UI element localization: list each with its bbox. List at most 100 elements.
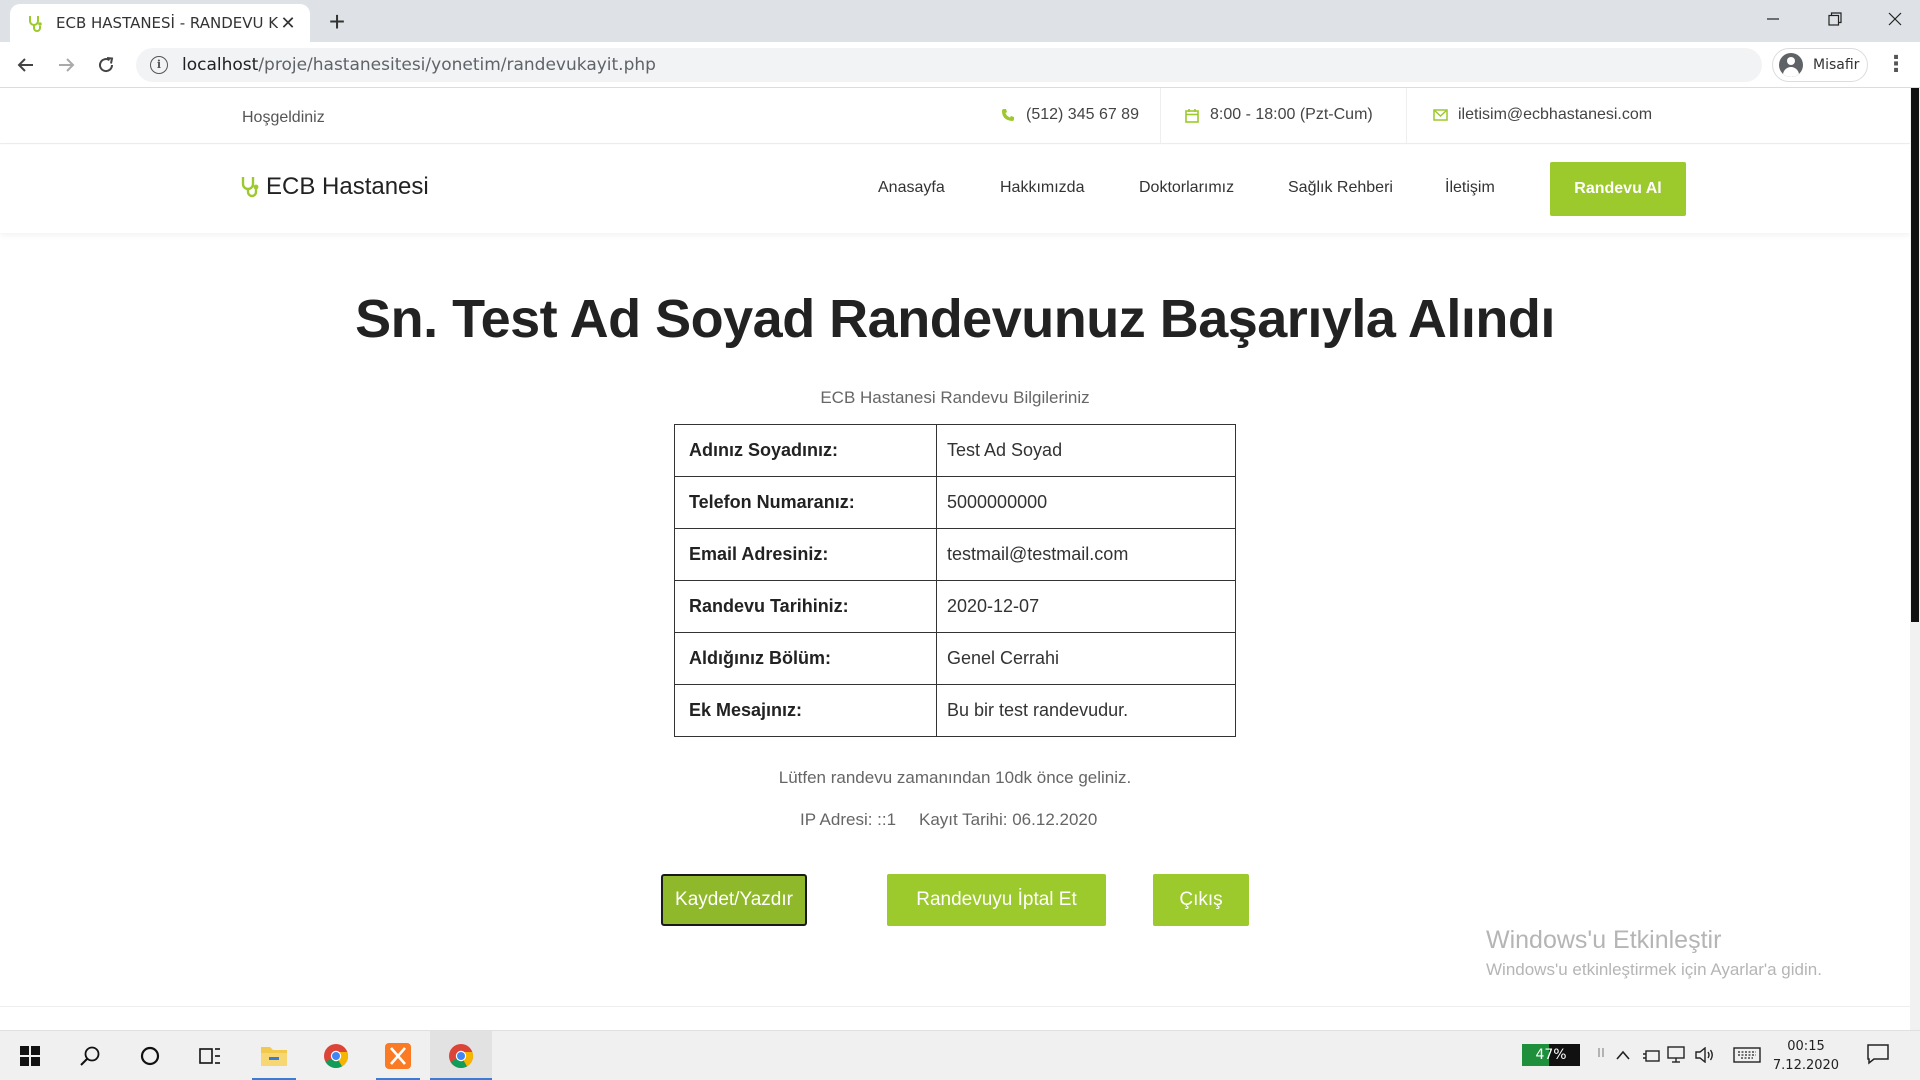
activation-watermark-title: Windows'u Etkinleştir [1486, 926, 1722, 954]
row-value: 5000000000 [936, 476, 1236, 529]
address-bar[interactable]: i localhost/proje/hastanesitesi/yonetim/… [136, 48, 1762, 82]
arrival-note: Lütfen randevu zamanından 10dk önce geli… [778, 768, 1132, 787]
record-date: Kayıt Tarihi: 06.12.2020 [919, 810, 1098, 829]
forward-button[interactable] [50, 49, 82, 81]
table-row: Ek Mesajınız: Bu bir test randevudur. [674, 684, 1236, 737]
chevron-up-icon[interactable] [1612, 1044, 1634, 1066]
email-address[interactable]: iletisim@ecbhastanesi.com [1458, 106, 1652, 124]
close-window-button[interactable] [1864, 0, 1920, 38]
scrollbar-thumb[interactable] [1911, 88, 1919, 622]
row-value: 2020-12-07 [936, 580, 1236, 633]
site-info-icon[interactable]: i [150, 56, 168, 74]
phone-icon [1000, 107, 1016, 123]
table-row: Aldığınız Bölüm: Genel Cerrahi [674, 632, 1236, 685]
book-appointment-button[interactable]: Randevu Al [1550, 162, 1686, 216]
tab-close-icon[interactable]: ✕ [278, 13, 298, 33]
notifications-button[interactable] [1866, 1043, 1892, 1067]
chrome-button[interactable] [310, 1031, 362, 1080]
save-print-button[interactable]: Kaydet/Yazdır [661, 874, 807, 926]
web-page: Hoşgeldiniz (512) 345 67 89 8:00 - 18:00… [0, 88, 1910, 1030]
minimize-button[interactable] [1742, 0, 1804, 38]
xampp-button[interactable] [372, 1031, 424, 1080]
cortana-circle-icon [140, 1046, 160, 1066]
cortana-button[interactable] [124, 1031, 176, 1080]
row-value: Genel Cerrahi [936, 632, 1236, 685]
page-subtitle: ECB Hastanesi Randevu Bilgileriniz [820, 388, 1090, 407]
nav-link-health-guide[interactable]: Sağlık Rehberi [1288, 179, 1393, 197]
working-hours: 8:00 - 18:00 (Pzt-Cum) [1210, 106, 1373, 123]
arrow-left-icon [17, 58, 33, 72]
task-view-button[interactable] [184, 1031, 236, 1080]
profile-button[interactable]: Misafir [1772, 48, 1868, 82]
table-row: Randevu Tarihiniz: 2020-12-07 [674, 580, 1236, 633]
chrome-icon [324, 1044, 349, 1069]
browser-tab[interactable]: ECB HASTANESİ - RANDEVU KAY ✕ [10, 4, 310, 42]
search-button[interactable] [64, 1031, 116, 1080]
keyboard-icon[interactable] [1732, 1044, 1762, 1066]
xampp-icon [385, 1043, 411, 1069]
row-label: Adınız Soyadınız: [674, 424, 937, 477]
email-contact: iletisim@ecbhastanesi.com [1432, 106, 1652, 124]
avatar-icon [1779, 53, 1803, 77]
page-scrollbar[interactable] [1910, 88, 1920, 1030]
cancel-appointment-button[interactable]: Randevuyu İptal Et [887, 874, 1106, 926]
tab-title: ECB HASTANESİ - RANDEVU KAY [56, 14, 278, 32]
browser-toolbar: i localhost/proje/hastanesitesi/yonetim/… [0, 42, 1920, 88]
topbar-divider [1160, 88, 1161, 144]
minimize-icon [1767, 18, 1779, 20]
phone-number: (512) 345 67 89 [1026, 106, 1139, 123]
profile-label: Misafir [1813, 57, 1860, 73]
chrome-icon [449, 1044, 474, 1069]
table-row: Adınız Soyadınız: Test Ad Soyad [674, 424, 1236, 477]
browser-menu-icon[interactable]: ⋮ [1880, 49, 1912, 81]
back-button[interactable] [10, 49, 42, 81]
reload-icon [99, 57, 114, 73]
clock-time: 00:15 [1787, 1039, 1825, 1054]
system-clock[interactable]: 00:15 7.12.2020 [1770, 1037, 1842, 1075]
url-path: /proje/hastanesitesi/yonetim/randevukayi… [258, 55, 656, 75]
site-topbar: Hoşgeldiniz (512) 345 67 89 8:00 - 18:00… [0, 88, 1910, 144]
start-button[interactable] [4, 1031, 56, 1080]
battery-indicator[interactable]: 47% [1522, 1044, 1580, 1066]
search-icon [80, 1046, 100, 1066]
phone-contact: (512) 345 67 89 [1000, 106, 1139, 124]
row-label: Telefon Numaranız: [674, 476, 937, 529]
site-logo[interactable]: ECB Hastanesi [240, 173, 429, 201]
brand-name: ECB Hastanesi [266, 173, 429, 200]
page-title: Sn. Test Ad Soyad Randevunuz Başarıyla A… [355, 289, 1555, 349]
row-label: Email Adresiniz: [674, 528, 937, 581]
exit-button[interactable]: Çıkış [1153, 874, 1249, 926]
new-tab-button[interactable]: + [322, 8, 352, 38]
nav-link-doctors[interactable]: Doktorlarımız [1139, 179, 1234, 197]
ip-address: IP Adresi: ::1 [800, 810, 897, 829]
volume-icon[interactable] [1694, 1044, 1716, 1066]
appointment-info-table: Adınız Soyadınız: Test Ad Soyad Telefon … [674, 424, 1236, 737]
pen-icon[interactable] [1590, 1044, 1612, 1066]
divider [0, 1006, 1910, 1007]
nav-link-contact[interactable]: İletişim [1445, 179, 1495, 197]
power-plug-icon[interactable] [1640, 1044, 1662, 1066]
windows-logo-icon [20, 1046, 40, 1066]
folder-icon [261, 1047, 287, 1066]
nav-link-home[interactable]: Anasayfa [878, 179, 945, 197]
task-view-icon [199, 1048, 220, 1064]
battery-percent: 47% [1535, 1047, 1567, 1063]
file-explorer-button[interactable] [248, 1031, 300, 1080]
table-row: Email Adresiniz: testmail@testmail.com [674, 528, 1236, 581]
hours-contact: 8:00 - 18:00 (Pzt-Cum) [1184, 106, 1373, 124]
network-icon[interactable] [1666, 1044, 1688, 1066]
calendar-icon [1184, 107, 1200, 123]
row-label: Aldığınız Bölüm: [674, 632, 937, 685]
restore-button[interactable] [1804, 0, 1866, 38]
nav-link-about[interactable]: Hakkımızda [1000, 179, 1084, 197]
row-value: testmail@testmail.com [936, 528, 1236, 581]
clock-date: 7.12.2020 [1772, 1058, 1840, 1073]
chrome-active-button[interactable] [430, 1031, 492, 1080]
close-icon [1888, 12, 1902, 26]
reload-button[interactable] [90, 49, 122, 81]
mail-icon [1432, 107, 1448, 123]
welcome-text: Hoşgeldiniz [242, 109, 325, 126]
site-navbar: ECB Hastanesi Anasayfa Hakkımızda Doktor… [0, 145, 1910, 233]
activation-watermark-subtitle: Windows'u etkinleştirmek için Ayarlar'a … [1486, 960, 1822, 979]
row-value: Test Ad Soyad [936, 424, 1236, 477]
